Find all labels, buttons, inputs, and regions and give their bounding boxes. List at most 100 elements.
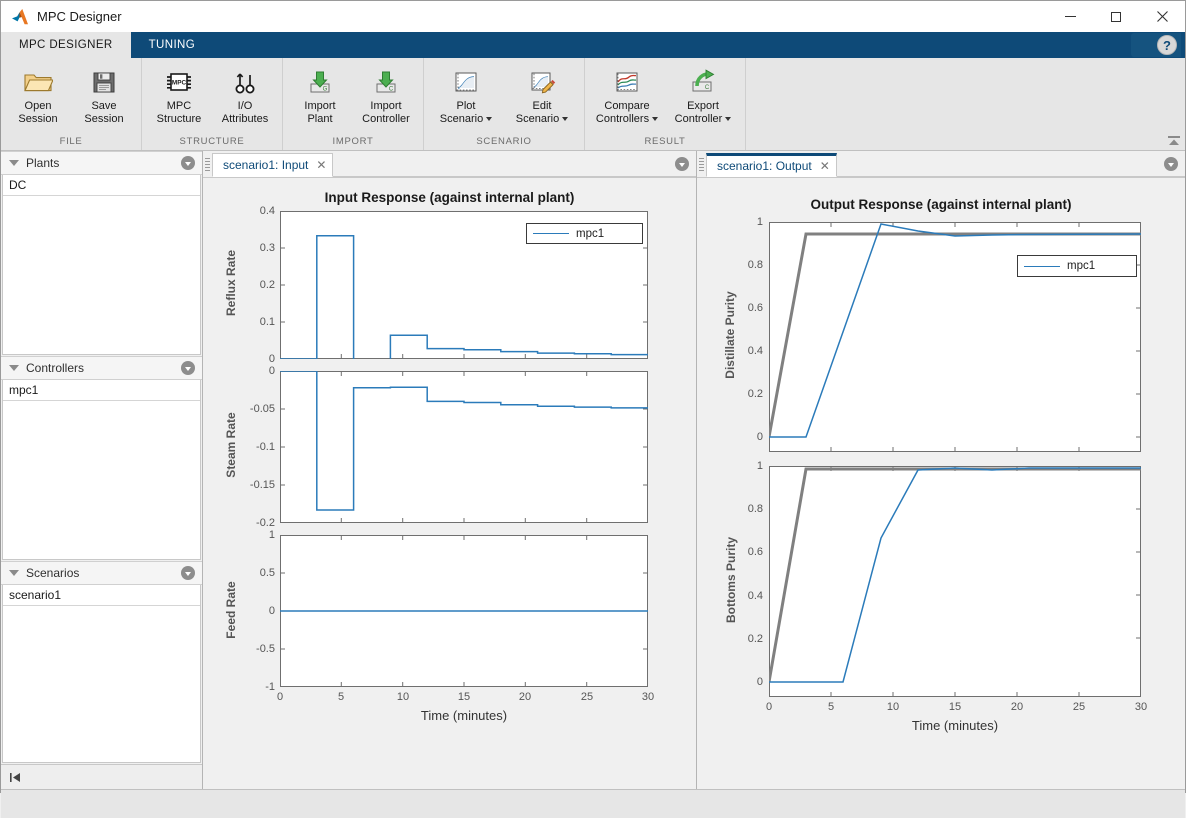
chevron-down-icon[interactable]	[652, 116, 659, 121]
collapse-triangle-icon[interactable]	[9, 365, 19, 371]
scenarios-panel-header[interactable]: Scenarios	[1, 561, 202, 585]
collapse-triangle-icon[interactable]	[9, 570, 19, 576]
distillate-purity-axis-label: Distillate Purity	[723, 291, 737, 379]
plants-panel: Plants DC	[1, 151, 202, 356]
y-tick: 0.4	[747, 590, 763, 602]
list-item[interactable]: mpc1	[3, 380, 200, 401]
import-controller-icon: C	[371, 66, 401, 98]
y-tick: -0.2	[256, 517, 275, 529]
window-controls	[1047, 1, 1185, 32]
compare-controllers-button[interactable]: Compare Controllers	[589, 64, 665, 125]
chevron-down-icon[interactable]	[562, 116, 569, 121]
edit-scenario-label: Edit Scenario	[516, 100, 569, 125]
x-tick: 10	[886, 701, 900, 713]
controllers-panel-menu-icon[interactable]	[181, 361, 195, 375]
import-plant-icon: G	[305, 66, 335, 98]
y-tick: -0.1	[256, 441, 275, 453]
scenarios-panel-title: Scenarios	[26, 566, 80, 580]
ribbon-tab-tuning[interactable]: TUNING	[131, 32, 213, 58]
main-area: Plants DC Controllers mpc1 Scenarios sce…	[1, 151, 1185, 789]
y-tick: 0	[756, 431, 763, 443]
export-controller-button[interactable]: C Export Controller	[665, 64, 741, 125]
close-icon[interactable]: ✕	[820, 159, 830, 173]
y-tick: 0.2	[747, 633, 763, 645]
tab-scenario1-input-label: scenario1: Input	[223, 158, 309, 172]
ribbon-group-result: Compare Controllers C Export Controller …	[585, 58, 746, 150]
input-pane-menu-icon[interactable]	[675, 157, 689, 171]
compare-controllers-icon	[612, 66, 642, 98]
ribbon-group-structure-label: STRUCTURE	[179, 136, 245, 147]
x-tick: 30	[641, 691, 655, 703]
edit-scenario-icon	[527, 66, 557, 98]
open-session-button[interactable]: Open Session	[5, 64, 71, 125]
x-tick: 20	[518, 691, 532, 703]
y-tick: 1	[268, 529, 275, 541]
plot-scenario-icon	[451, 66, 481, 98]
import-controller-button[interactable]: C Import Controller	[353, 64, 419, 125]
ribbon-group-result-label: RESULT	[644, 136, 686, 147]
y-tick: 0.5	[259, 567, 275, 579]
x-tick: 0	[765, 701, 773, 713]
ribbon-group-file: Open Session Save Session FILE	[1, 58, 142, 150]
left-dock: Plants DC Controllers mpc1 Scenarios sce…	[1, 151, 203, 789]
help-icon[interactable]: ?	[1157, 35, 1177, 55]
save-session-button[interactable]: Save Session	[71, 64, 137, 125]
input-chart-legend[interactable]: mpc1	[526, 223, 643, 244]
export-controller-text: Export Controller	[674, 100, 723, 125]
pane-gripper[interactable]	[203, 151, 212, 177]
svg-text:C: C	[389, 86, 394, 92]
scenarios-list[interactable]: scenario1	[2, 585, 201, 763]
list-item[interactable]: DC	[3, 175, 200, 196]
y-tick: 0.6	[747, 302, 763, 314]
output-pane-menu-icon[interactable]	[1164, 157, 1178, 171]
tab-scenario1-input[interactable]: scenario1: Input ✕	[212, 153, 334, 177]
y-tick: -0.05	[249, 403, 275, 415]
ribbon-toolbar: Open Session Save Session FILE MPC MPC S…	[1, 58, 1185, 151]
x-tick: 20	[1010, 701, 1024, 713]
tab-scenario1-output-label: scenario1: Output	[717, 159, 812, 173]
output-chart-legend[interactable]: mpc1	[1017, 255, 1137, 277]
ribbon-tab-mpc-designer[interactable]: MPC DESIGNER	[1, 32, 131, 58]
document-area: scenario1: Input ✕ Input Response (again…	[203, 151, 1185, 789]
input-response-chart[interactable]: Input Response (against internal plant) …	[203, 178, 696, 789]
output-chart-title: Output Response (against internal plant)	[810, 197, 1072, 212]
chevron-down-icon[interactable]	[725, 116, 732, 121]
pane-gripper[interactable]	[697, 151, 706, 177]
bottoms-purity-axis-label: Bottoms Purity	[724, 537, 738, 624]
plants-panel-header[interactable]: Plants	[1, 151, 202, 175]
close-icon[interactable]: ✕	[316, 158, 326, 172]
svg-text:G: G	[323, 86, 328, 92]
left-dock-footer	[1, 764, 202, 789]
minimize-button[interactable]	[1047, 1, 1093, 32]
collapse-ribbon-icon[interactable]	[1165, 133, 1183, 149]
mpc-structure-button[interactable]: MPC MPC Structure	[146, 64, 212, 125]
controllers-list[interactable]: mpc1	[2, 380, 201, 560]
go-to-start-icon[interactable]	[9, 772, 22, 783]
controllers-panel: Controllers mpc1	[1, 356, 202, 561]
legend-line-swatch	[533, 233, 569, 234]
legend-label: mpc1	[1067, 260, 1096, 272]
chevron-down-icon[interactable]	[486, 116, 493, 121]
maximize-button[interactable]	[1093, 1, 1139, 32]
output-response-chart[interactable]: Output Response (against internal plant)…	[697, 178, 1185, 789]
bottoms-purity-series	[769, 466, 1141, 697]
reflux-rate-axis-label: Reflux Rate	[224, 249, 238, 317]
list-item[interactable]: scenario1	[3, 585, 200, 606]
io-attributes-button[interactable]: I/O Attributes	[212, 64, 278, 125]
plants-panel-menu-icon[interactable]	[181, 156, 195, 170]
edit-scenario-button[interactable]: Edit Scenario	[504, 64, 580, 125]
input-x-axis-title: Time (minutes)	[420, 708, 508, 723]
ribbon-group-import: G Import Plant C Import Controller IMPOR…	[283, 58, 424, 150]
y-tick: 0.3	[259, 242, 275, 254]
plot-scenario-button[interactable]: Plot Scenario	[428, 64, 504, 125]
controllers-panel-header[interactable]: Controllers	[1, 356, 202, 380]
plants-list[interactable]: DC	[2, 175, 201, 355]
plants-panel-title: Plants	[26, 156, 60, 170]
scenarios-panel-menu-icon[interactable]	[181, 566, 195, 580]
close-button[interactable]	[1139, 1, 1185, 32]
export-controller-icon: C	[688, 66, 718, 98]
svg-text:MPC: MPC	[172, 79, 187, 86]
tab-scenario1-output[interactable]: scenario1: Output ✕	[706, 153, 837, 177]
collapse-triangle-icon[interactable]	[9, 160, 19, 166]
import-plant-button[interactable]: G Import Plant	[287, 64, 353, 125]
